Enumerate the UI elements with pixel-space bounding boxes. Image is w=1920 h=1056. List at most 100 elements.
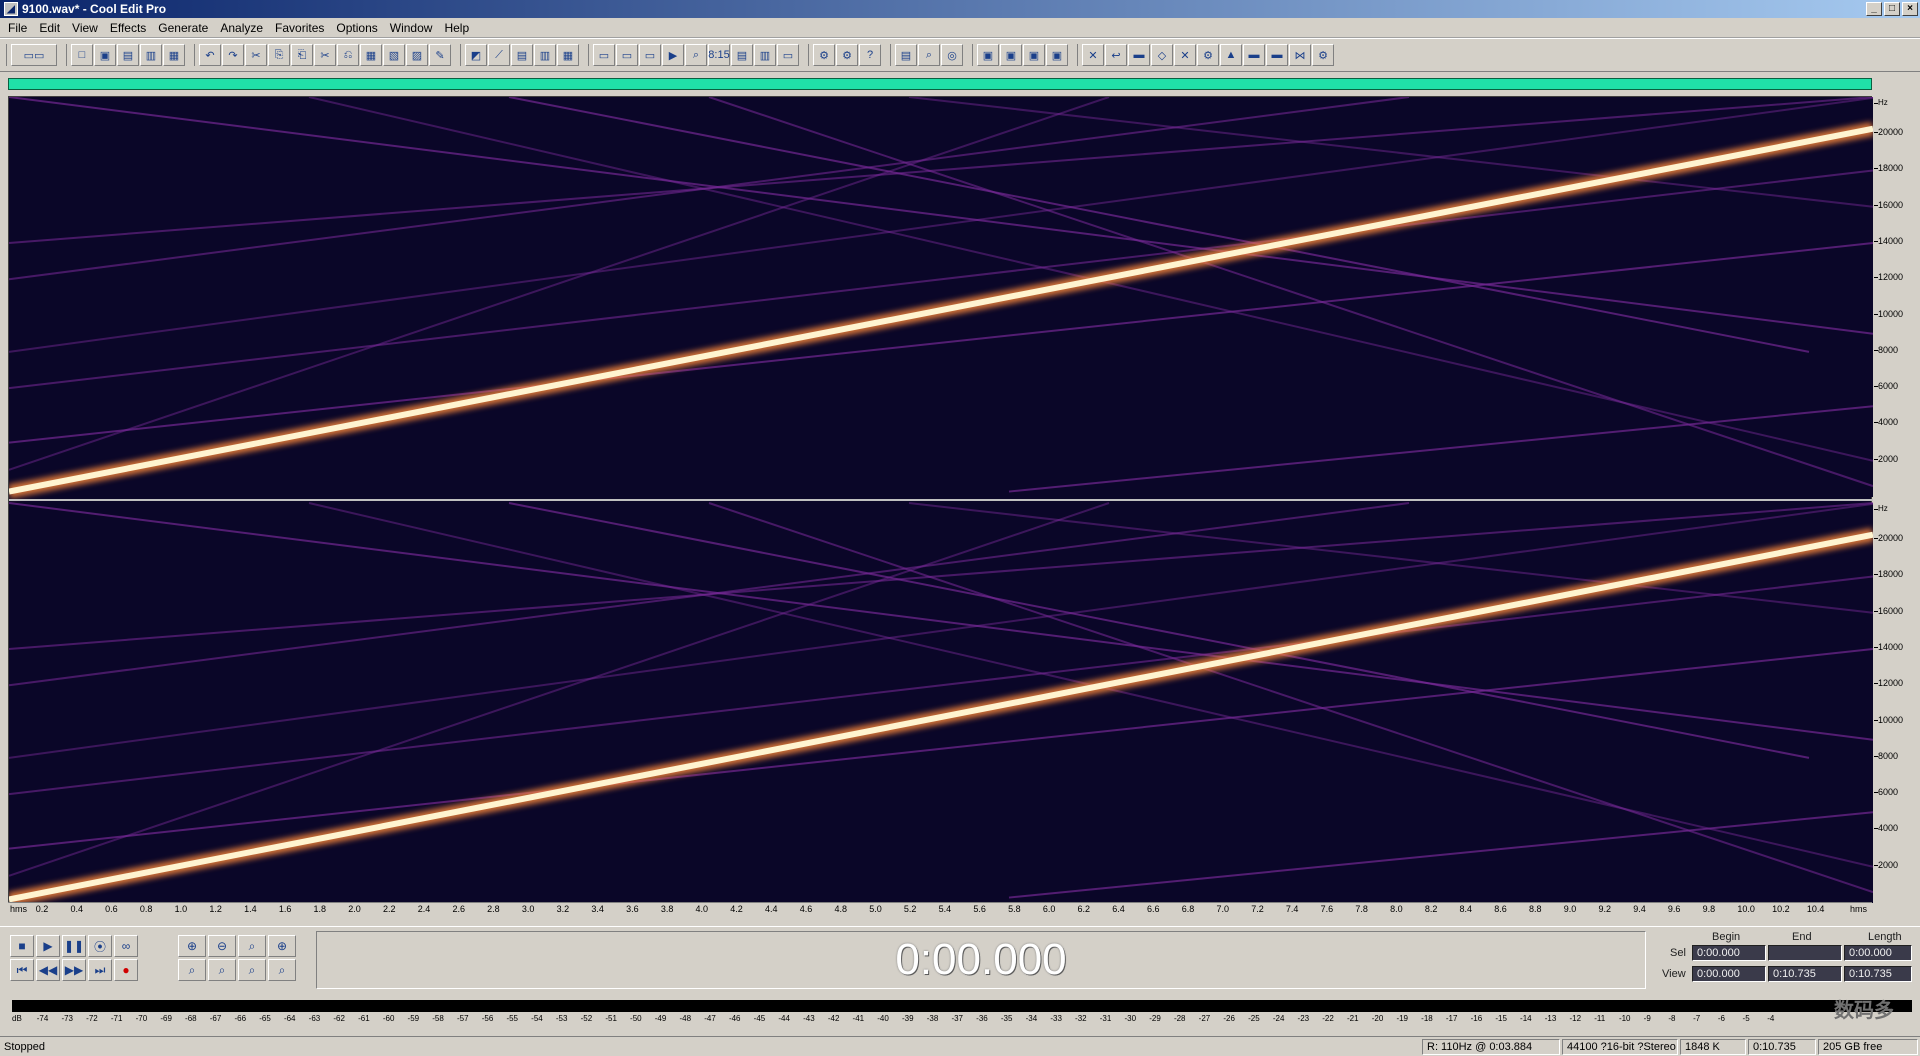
transport-button[interactable]: ▶ [36, 935, 60, 957]
toolbar-button[interactable]: ⎘ [268, 44, 290, 66]
menu-view[interactable]: View [66, 21, 104, 35]
zoom-button[interactable]: ⊖ [208, 935, 236, 957]
toolbar-button[interactable]: ◎ [941, 44, 963, 66]
zoom-button[interactable]: ⌕ [208, 959, 236, 981]
menu-edit[interactable]: Edit [33, 21, 66, 35]
toolbar-button[interactable]: ▣ [1000, 44, 1022, 66]
toolbar-button[interactable]: ▣ [1046, 44, 1068, 66]
toolbar-button[interactable]: ⚙ [1197, 44, 1219, 66]
zoom-button[interactable]: ⌕ [178, 959, 206, 981]
toolbar-button[interactable]: ⚙ [836, 44, 858, 66]
transport-button[interactable]: ▶▶ [62, 959, 86, 981]
sel-end-field[interactable] [1768, 945, 1842, 961]
zoom-button[interactable]: ⊕ [268, 935, 296, 957]
toolbar-button[interactable]: ▭▭ [11, 44, 57, 66]
toolbar-button[interactable]: ▥ [754, 44, 776, 66]
transport-button[interactable]: ● [114, 959, 138, 981]
toolbar-button[interactable]: ▭ [777, 44, 799, 66]
toolbar-button[interactable]: ▤ [731, 44, 753, 66]
toolbar-button[interactable]: ⚙ [813, 44, 835, 66]
toolbar-button[interactable]: ▥ [534, 44, 556, 66]
toolbar-button[interactable]: ◩ [465, 44, 487, 66]
transport-button[interactable]: ⏭ [88, 959, 112, 981]
toolbar-button[interactable]: ◇ [1151, 44, 1173, 66]
toolbar-button[interactable]: ▬ [1266, 44, 1288, 66]
transport-button[interactable]: ❚❚ [62, 935, 86, 957]
spectral-view[interactable] [8, 96, 1873, 903]
toolbar-button[interactable]: ⚙ [1312, 44, 1334, 66]
transport-button[interactable]: ∞ [114, 935, 138, 957]
menu-analyze[interactable]: Analyze [214, 21, 269, 35]
toolbar-button[interactable]: ▦ [163, 44, 185, 66]
transport-button[interactable]: ⏮ [10, 959, 34, 981]
meter-tick-label: -31 [1099, 1014, 1112, 1023]
toolbar-button[interactable]: ↷ [222, 44, 244, 66]
toolbar-button[interactable]: ↶ [199, 44, 221, 66]
toolbar-button[interactable]: ▬ [1128, 44, 1150, 66]
zoom-button[interactable]: ⊕ [178, 935, 206, 957]
view-end-field[interactable]: 0:10.735 [1768, 966, 1842, 982]
app-icon[interactable]: ◢ [4, 2, 18, 16]
view-begin-field[interactable]: 0:00.000 [1692, 966, 1766, 982]
meter-tick-label: -44 [778, 1014, 790, 1023]
toolbar-button[interactable]: ▶ [662, 44, 684, 66]
menu-generate[interactable]: Generate [152, 21, 214, 35]
toolbar-button[interactable]: ▤ [895, 44, 917, 66]
toolbar-group: ▭▭ [6, 44, 58, 66]
toolbar-button[interactable]: ▣ [1023, 44, 1045, 66]
time-ruler[interactable]: hms hms 0.2 0.4 0.6 0.8 1.0 1.2 1.4 1.6 1.8 2.0 2.2 2… [8, 902, 1872, 916]
toolbar-button[interactable]: ▬ [1243, 44, 1265, 66]
overview-bar[interactable] [8, 78, 1872, 90]
toolbar-button[interactable]: ▲ [1220, 44, 1242, 66]
toolbar-button[interactable]: ✎ [429, 44, 451, 66]
meter-tick-label: -39 [902, 1014, 914, 1023]
toolbar-button[interactable]: ▦ [360, 44, 382, 66]
minimize-button[interactable]: _ [1866, 2, 1882, 16]
close-button[interactable]: × [1902, 2, 1918, 16]
toolbar-button[interactable]: ⎌ [337, 44, 359, 66]
toolbar-button[interactable]: ↩ [1105, 44, 1127, 66]
toolbar-button[interactable]: ▣ [977, 44, 999, 66]
sel-length-field[interactable]: 0:00.000 [1844, 945, 1912, 961]
toolbar-button[interactable]: ▨ [406, 44, 428, 66]
menu-options[interactable]: Options [330, 21, 383, 35]
sel-begin-field[interactable]: 0:00.000 [1692, 945, 1766, 961]
menu-file[interactable]: File [2, 21, 33, 35]
toolbar-button[interactable]: ✕ [1174, 44, 1196, 66]
toolbar-button[interactable]: ⌕ [685, 44, 707, 66]
zoom-button[interactable]: ⌕ [238, 935, 266, 957]
menu-window[interactable]: Window [384, 21, 439, 35]
maximize-button[interactable]: □ [1884, 2, 1900, 16]
toolbar-button[interactable]: ? [859, 44, 881, 66]
toolbar-button[interactable]: ▦ [557, 44, 579, 66]
toolbar-button[interactable]: ⌕ [918, 44, 940, 66]
toolbar-button[interactable]: ▤ [511, 44, 533, 66]
toolbar-button[interactable]: ▭ [593, 44, 615, 66]
zoom-button[interactable]: ⌕ [238, 959, 266, 981]
menu-help[interactable]: Help [438, 21, 475, 35]
freq-tick-label: 10000 [1873, 308, 1904, 319]
transport-button[interactable]: ■ [10, 935, 34, 957]
toolbar-button[interactable]: ▭ [639, 44, 661, 66]
toolbar-button[interactable]: ▧ [383, 44, 405, 66]
time-tick-label: 5.4 [938, 904, 952, 914]
toolbar-button[interactable]: ▭ [616, 44, 638, 66]
toolbar-button[interactable]: ▥ [140, 44, 162, 66]
toolbar-button[interactable]: □ [71, 44, 93, 66]
toolbar-button[interactable]: ⎗ [291, 44, 313, 66]
toolbar-button[interactable]: ✕ [1082, 44, 1104, 66]
view-length-field[interactable]: 0:10.735 [1844, 966, 1912, 982]
menu-effects[interactable]: Effects [104, 21, 152, 35]
zoom-button[interactable]: ⌕ [268, 959, 296, 981]
toolbar-button[interactable]: ▣ [94, 44, 116, 66]
toolbar-button[interactable]: ⋈ [1289, 44, 1311, 66]
transport-button[interactable]: ⦿ [88, 935, 112, 957]
toolbar-button[interactable]: ✂ [314, 44, 336, 66]
length-header: Length [1868, 931, 1902, 943]
toolbar-button[interactable]: 8:15 [708, 44, 730, 66]
toolbar-button[interactable]: ✂ [245, 44, 267, 66]
transport-button[interactable]: ◀◀ [36, 959, 60, 981]
menu-favorites[interactable]: Favorites [269, 21, 330, 35]
toolbar-button[interactable]: ⟋ [488, 44, 510, 66]
toolbar-button[interactable]: ▤ [117, 44, 139, 66]
